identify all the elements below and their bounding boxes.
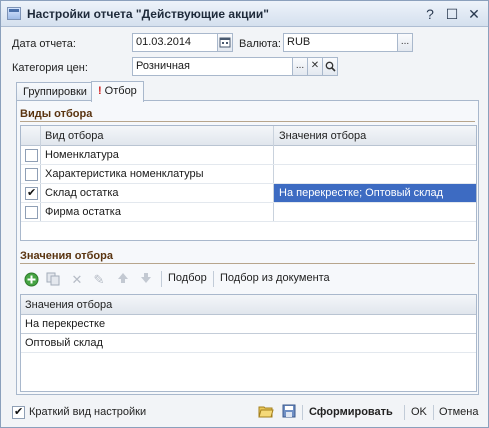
- table-row[interactable]: Оптовый склад: [21, 334, 476, 353]
- table-row[interactable]: На перекрестке: [21, 315, 476, 334]
- row-value: Оптовый склад: [25, 337, 103, 349]
- table-header: Вид отбора Значения отбора: [21, 126, 476, 146]
- footer-separator: [433, 405, 434, 420]
- search-icon[interactable]: [322, 57, 338, 76]
- report-date-field[interactable]: 01.03.2014: [132, 33, 218, 52]
- generate-button[interactable]: Сформировать: [309, 406, 393, 418]
- close-button[interactable]: ✕: [466, 6, 482, 22]
- delete-icon[interactable]: ✕: [69, 272, 85, 288]
- window-icon: [7, 7, 21, 20]
- row-checkbox[interactable]: [25, 206, 38, 219]
- price-category-select-button[interactable]: ...: [292, 57, 308, 76]
- toolbar-separator: [213, 271, 214, 287]
- row-filter-name: Характеристика номенклатуры: [45, 168, 204, 180]
- clear-icon[interactable]: ✕: [307, 57, 323, 76]
- row-filter-name: Фирма остатка: [45, 206, 121, 218]
- row-checkbox[interactable]: [25, 168, 38, 181]
- copy-icon[interactable]: [45, 272, 61, 288]
- column-header-filter-values[interactable]: Значения отбора: [279, 130, 366, 142]
- price-category-label: Категория цен:: [12, 62, 88, 74]
- tab-groupings-label: Группировки: [23, 86, 87, 98]
- footer-separator: [404, 405, 405, 420]
- filter-values-title: Значения отбора: [20, 250, 113, 262]
- move-up-icon[interactable]: [115, 272, 131, 288]
- footer-separator: [302, 405, 303, 420]
- short-view-label[interactable]: Краткий вид настройки: [29, 406, 146, 418]
- row-filter-name: Номенклатура: [45, 149, 119, 161]
- tab-filter[interactable]: ! Отбор: [91, 81, 144, 102]
- cancel-button[interactable]: Отмена: [439, 406, 478, 418]
- currency-field[interactable]: RUB: [283, 33, 398, 52]
- open-folder-icon[interactable]: [258, 404, 274, 420]
- required-mark-icon: !: [98, 85, 102, 97]
- table-header: Значения отбора: [21, 295, 476, 315]
- table-row[interactable]: Фирма остатка: [21, 203, 476, 222]
- section-divider: [20, 121, 475, 122]
- currency-label: Валюта:: [239, 38, 281, 50]
- row-value: На перекрестке: [25, 318, 106, 330]
- maximize-button[interactable]: ☐: [444, 6, 460, 22]
- section-divider: [20, 263, 475, 264]
- report-date-label: Дата отчета:: [12, 38, 76, 50]
- table-row[interactable]: Характеристика номенклатуры: [21, 165, 476, 184]
- filter-types-title: Виды отбора: [20, 108, 93, 120]
- column-header-filter-values[interactable]: Значения отбора: [25, 299, 112, 311]
- selected-cell[interactable]: На перекрестке; Оптовый склад: [274, 184, 476, 202]
- row-checkbox[interactable]: [25, 186, 38, 200]
- row-checkbox[interactable]: [25, 149, 38, 162]
- help-button[interactable]: ?: [422, 6, 438, 22]
- table-row[interactable]: Номенклатура: [21, 146, 476, 165]
- short-view-checkbox[interactable]: [12, 405, 25, 419]
- report-settings-window: Настройки отчета "Действующие акции" ? ☐…: [0, 0, 489, 428]
- tab-filter-label: Отбор: [104, 85, 137, 97]
- filter-values-table: Значения отбора На перекрестке Оптовый с…: [20, 294, 477, 392]
- row-filter-name: Склад остатка: [45, 187, 119, 199]
- edit-icon[interactable]: ✎: [91, 272, 107, 288]
- calendar-icon[interactable]: [217, 33, 233, 52]
- add-icon[interactable]: [23, 272, 39, 288]
- pick-button[interactable]: Подбор: [168, 272, 207, 284]
- pick-from-document-button[interactable]: Подбор из документа: [220, 272, 330, 284]
- tab-groupings[interactable]: Группировки: [16, 82, 94, 102]
- row-filter-value: На перекрестке; Оптовый склад: [279, 187, 444, 199]
- price-category-field[interactable]: Розничная: [132, 57, 293, 76]
- currency-select-button[interactable]: ...: [397, 33, 413, 52]
- move-down-icon[interactable]: [138, 272, 154, 288]
- table-row[interactable]: Склад остатка На перекрестке; Оптовый ск…: [21, 184, 476, 203]
- filter-types-table: Вид отбора Значения отбора Номенклатура …: [20, 125, 477, 241]
- ok-button[interactable]: OK: [411, 406, 427, 418]
- column-header-filter-type[interactable]: Вид отбора: [45, 130, 104, 142]
- save-icon[interactable]: [281, 404, 297, 420]
- title-bar: Настройки отчета "Действующие акции" ? ☐…: [1, 1, 488, 27]
- window-title: Настройки отчета "Действующие акции": [27, 7, 269, 21]
- toolbar-separator: [161, 271, 162, 287]
